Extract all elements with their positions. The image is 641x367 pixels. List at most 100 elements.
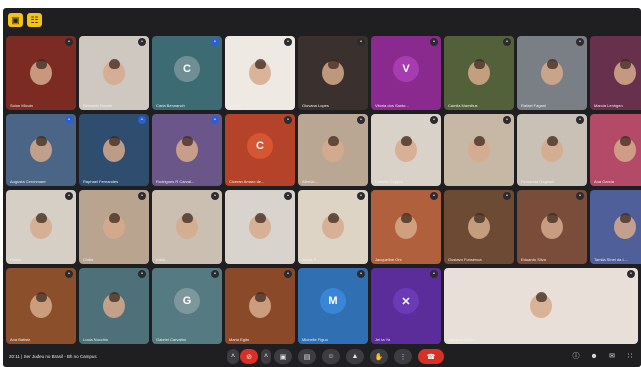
participant-tile[interactable]: • Maria Egito	[225, 268, 295, 344]
participant-name: Gustavo Fonsenca	[448, 257, 482, 262]
participant-tile[interactable]: • Flavia	[6, 190, 76, 264]
mic-status-icon: •	[576, 192, 584, 200]
participant-tile[interactable]: C • Ciceran Amaro de...	[225, 114, 295, 186]
participant-video	[249, 58, 271, 85]
mic-status-icon: •	[357, 38, 365, 46]
activities-icon[interactable]: ∷	[625, 351, 635, 361]
grid-icon[interactable]: ☷	[27, 13, 42, 27]
more-icon[interactable]: ⋮	[394, 349, 412, 364]
mic-status-icon: •	[65, 270, 73, 278]
chat-icon[interactable]: ✉	[607, 351, 617, 361]
participant-video	[30, 58, 52, 85]
participant-avatar: C	[174, 55, 200, 82]
participant-tile[interactable]: • Ana Batista	[6, 268, 76, 344]
participant-tile[interactable]: • Reinaldo Nozaki	[79, 36, 149, 110]
participant-tile[interactable]: • Rafael Fagani	[517, 36, 587, 110]
participant-tile[interactable]: •	[225, 190, 295, 264]
mic-status-icon: •	[211, 270, 219, 278]
participant-tile[interactable]: • Jonas F...	[298, 190, 368, 264]
participant-tile[interactable]: C • Carla Bennanch	[152, 36, 222, 110]
participant-tile[interactable]: • Giovana Lopes	[298, 36, 368, 110]
chevron-up-icon[interactable]: ˄	[261, 349, 271, 364]
participant-tile[interactable]: • Raphael Fernandes	[79, 114, 149, 186]
meeting-stage: ▣ ☷ • Solon Micuin • Reinaldo Nozaki C • Carla…	[3, 8, 641, 367]
mic-status-icon: •	[211, 192, 219, 200]
participant-tile[interactable]: •Marcia Lenhgen	[590, 36, 641, 110]
participant-video	[103, 58, 125, 85]
participant-tile[interactable]: • Gustavo Fonsenca	[444, 190, 514, 264]
participant-avatar: ✕	[393, 288, 419, 315]
chevron-up-icon[interactable]: ˄	[227, 349, 239, 364]
mic-status-icon: •	[430, 192, 438, 200]
mic-status-icon: •	[138, 270, 146, 278]
participant-tile[interactable]: • Nosani	[225, 36, 295, 110]
participant-video	[614, 135, 636, 162]
participant-name: Ana Garcia	[594, 179, 615, 184]
participant-name: Jonas F...	[302, 257, 320, 262]
participant-tile[interactable]: •Ana Garcia	[590, 114, 641, 186]
participant-tile[interactable]: • Daniela Cuppes	[371, 114, 441, 186]
participant-tile[interactable]: •Tamila Sinet da L...	[590, 190, 641, 264]
participant-tile[interactable]: • Solon Micuin	[6, 36, 76, 110]
mic-status-icon: •	[65, 38, 73, 46]
participant-name: Katia...	[156, 257, 169, 262]
mic-status-icon: •	[284, 38, 292, 46]
participant-tile[interactable]: • Augusta Cerchmann	[6, 114, 76, 186]
participant-tile[interactable]: • Jacqueline Ors	[371, 190, 441, 264]
participant-name: Lucia Nocchio	[83, 337, 109, 342]
participant-name: Daniela Cuppes	[375, 179, 404, 184]
participant-tile[interactable]: • Rodrigues R Carval...	[152, 114, 222, 186]
participant-tile[interactable]: ✕ • Jel ta Ya	[371, 268, 441, 344]
participant-tile[interactable]: G • Gabriel Carvalho	[152, 268, 222, 344]
participant-avatar: M	[320, 288, 346, 315]
participant-video	[541, 58, 563, 85]
end-call-icon[interactable]: ☎	[418, 349, 444, 364]
participant-name: Flavia	[10, 257, 21, 262]
people-icon[interactable]: ☻	[589, 351, 599, 361]
mic-off-icon[interactable]: ⊘	[240, 349, 258, 364]
participant-name: Giovana Lopes	[302, 103, 329, 108]
participant-tile[interactable]: • Katia...	[152, 190, 222, 264]
captions-icon[interactable]: ▤	[298, 349, 316, 364]
emoji-icon[interactable]: ☺	[322, 349, 340, 364]
camera-icon[interactable]: ▣	[274, 349, 292, 364]
meeting-info: 20:11 | Ser Judeu no Brasil - Bh no Camp…	[9, 354, 97, 359]
participant-video	[176, 135, 198, 162]
participant-tile[interactable]: • Cintia	[79, 190, 149, 264]
mic-status-icon: •	[503, 38, 511, 46]
mic-status-icon: •	[284, 270, 292, 278]
participant-name: Augusta Cerchmann	[10, 179, 47, 184]
participant-tile[interactable]: • Eduardo Silva	[517, 190, 587, 264]
participant-tile[interactable]: • Lucia Nocchio	[79, 268, 149, 344]
raise-hand-icon[interactable]: ✋	[370, 349, 388, 364]
present-icon[interactable]: ▲	[346, 349, 364, 364]
participant-name: Alfredo...	[302, 179, 319, 184]
participant-name: Carolina Nefan	[448, 337, 475, 342]
participant-tile[interactable]: • Alfredo...	[298, 114, 368, 186]
participant-tile[interactable]: V • Vitoria dos Santo...	[371, 36, 441, 110]
participant-video	[30, 212, 52, 239]
participant-video	[322, 212, 344, 239]
participant-video	[103, 291, 125, 318]
participant-video	[322, 58, 344, 85]
info-icon[interactable]: ⓘ	[571, 351, 581, 361]
participant-video	[468, 135, 490, 162]
participant-video	[395, 212, 417, 239]
participant-name: Michelle Figuo	[302, 337, 328, 342]
participant-video	[530, 291, 552, 318]
participant-tile[interactable]: • Fernanda Gagliani	[517, 114, 587, 186]
participant-avatar: V	[393, 55, 419, 82]
layout-icon[interactable]: ▣	[8, 13, 23, 27]
participant-tile[interactable]: M • Michelle Figuo	[298, 268, 368, 344]
participant-name: Tamila Sinet da L...	[594, 257, 629, 262]
participant-tile[interactable]: •	[444, 114, 514, 186]
participant-name: Maria Egito	[229, 337, 250, 342]
participant-video	[30, 291, 52, 318]
mic-status-icon: •	[138, 38, 146, 46]
participant-tile[interactable]: • Carolina Nefan	[444, 268, 638, 344]
participant-video	[541, 212, 563, 239]
participant-name: Cintia	[83, 257, 94, 262]
participant-tile[interactable]: • Camila Mamiltus	[444, 36, 514, 110]
mic-status-icon: •	[503, 116, 511, 124]
participant-video	[468, 58, 490, 85]
